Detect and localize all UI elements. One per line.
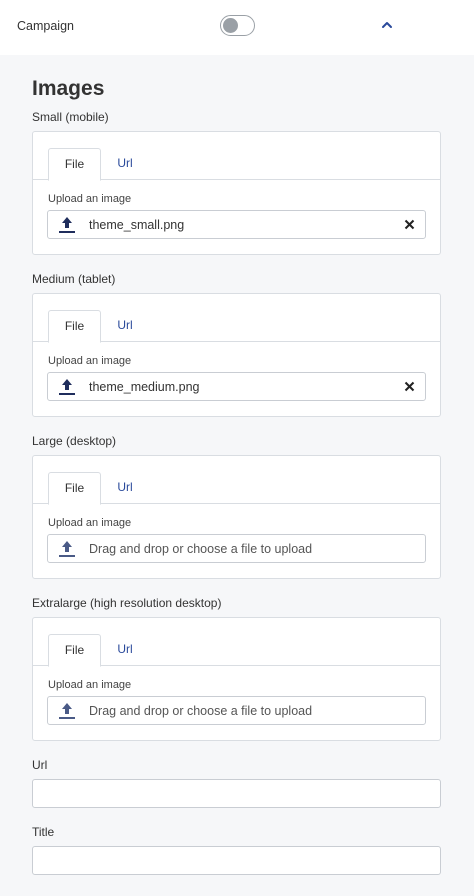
toggle-knob	[223, 18, 238, 33]
uploaded-filename: theme_small.png	[89, 218, 185, 232]
image-source-tabs: File Url	[33, 132, 440, 181]
image-source-tabs: File Url	[33, 294, 440, 343]
campaign-label: Campaign	[17, 19, 74, 33]
medium-image-card: File Url Upload an image theme_medium.pn…	[32, 293, 441, 417]
tab-url[interactable]: Url	[101, 148, 149, 181]
large-image-card: File Url Upload an image Drag and drop o…	[32, 455, 441, 579]
tab-url[interactable]: Url	[101, 472, 149, 505]
medium-image-upload[interactable]: theme_medium.png	[47, 372, 426, 401]
tab-file[interactable]: File	[48, 310, 101, 343]
tab-file[interactable]: File	[48, 472, 101, 505]
large-image-label: Large (desktop)	[32, 434, 117, 448]
upload-icon	[59, 379, 75, 395]
title-input[interactable]	[32, 846, 441, 875]
url-input[interactable]	[32, 779, 441, 808]
campaign-toggle[interactable]	[220, 15, 255, 36]
upload-icon	[59, 541, 75, 557]
medium-image-label: Medium (tablet)	[32, 272, 116, 286]
tab-file[interactable]: File	[48, 148, 101, 181]
close-icon[interactable]	[404, 381, 415, 392]
close-icon[interactable]	[404, 219, 415, 230]
upload-label: Upload an image	[48, 355, 132, 367]
extralarge-image-label: Extralarge (high resolution desktop)	[32, 596, 222, 610]
title-label: Title	[32, 825, 55, 839]
small-image-label: Small (mobile)	[32, 110, 109, 124]
upload-label: Upload an image	[48, 193, 132, 205]
small-image-upload[interactable]: theme_small.png	[47, 210, 426, 239]
extralarge-image-card: File Url Upload an image Drag and drop o…	[32, 617, 441, 741]
upload-label: Upload an image	[48, 679, 132, 691]
image-source-tabs: File Url	[33, 456, 440, 505]
small-image-card: File Url Upload an image theme_small.png	[32, 131, 441, 255]
upload-label: Upload an image	[48, 517, 132, 529]
upload-icon	[59, 703, 75, 719]
large-image-upload[interactable]: Drag and drop or choose a file to upload	[47, 534, 426, 563]
campaign-header: Campaign	[0, 0, 474, 55]
tab-file[interactable]: File	[48, 634, 101, 667]
upload-placeholder: Drag and drop or choose a file to upload	[89, 542, 313, 556]
tab-url[interactable]: Url	[101, 310, 149, 343]
url-label: Url	[32, 758, 48, 772]
chevron-up-icon[interactable]	[380, 18, 394, 32]
upload-icon	[59, 217, 75, 233]
tab-url[interactable]: Url	[101, 634, 149, 667]
uploaded-filename: theme_medium.png	[89, 380, 200, 394]
upload-placeholder: Drag and drop or choose a file to upload	[89, 704, 313, 718]
images-heading: Images	[32, 77, 105, 100]
extralarge-image-upload[interactable]: Drag and drop or choose a file to upload	[47, 696, 426, 725]
image-source-tabs: File Url	[33, 618, 440, 667]
